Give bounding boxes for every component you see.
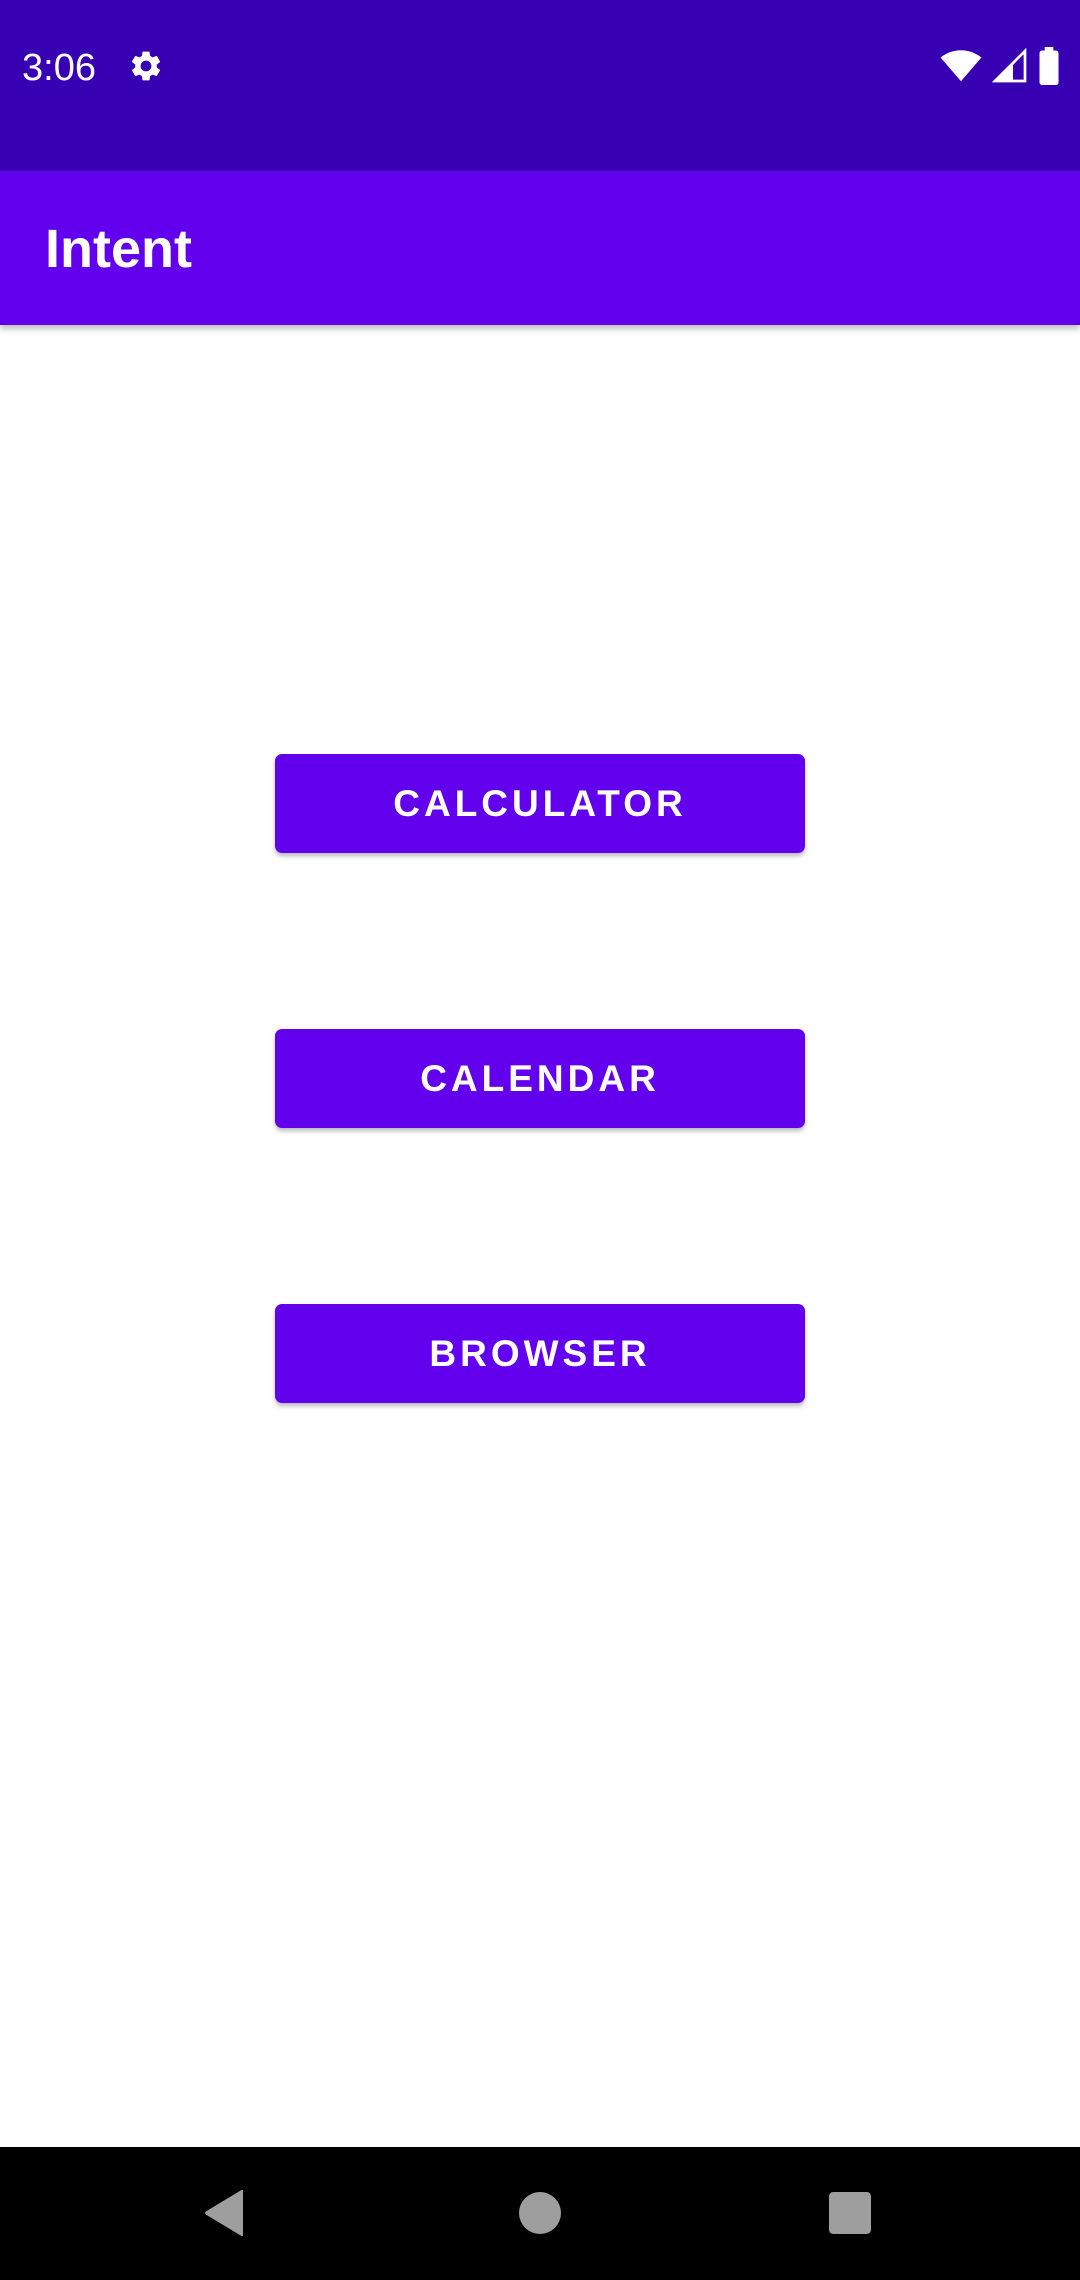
browser-button[interactable]: BROWSER	[275, 1304, 805, 1403]
calculator-button[interactable]: CALCULATOR	[275, 754, 805, 853]
navigation-bar	[0, 2147, 1080, 2280]
status-time: 3:06	[22, 47, 96, 89]
wifi-icon	[940, 49, 982, 88]
back-icon[interactable]	[195, 2183, 255, 2243]
gear-icon	[128, 48, 164, 84]
status-bar: 3:06	[0, 0, 1080, 171]
signal-icon	[991, 47, 1028, 89]
home-icon[interactable]	[510, 2183, 570, 2243]
calendar-button[interactable]: CALENDAR	[275, 1029, 805, 1128]
recents-icon[interactable]	[820, 2183, 880, 2243]
app-bar: Intent	[0, 171, 1080, 325]
content-area: CALCULATOR CALENDAR BROWSER	[0, 325, 1080, 2147]
status-icons	[940, 46, 1060, 90]
screen: 3:06 Intent CALCULATOR CALENDAR BROWSER	[0, 0, 1080, 2280]
battery-icon	[1038, 46, 1060, 90]
app-title: Intent	[45, 219, 192, 279]
